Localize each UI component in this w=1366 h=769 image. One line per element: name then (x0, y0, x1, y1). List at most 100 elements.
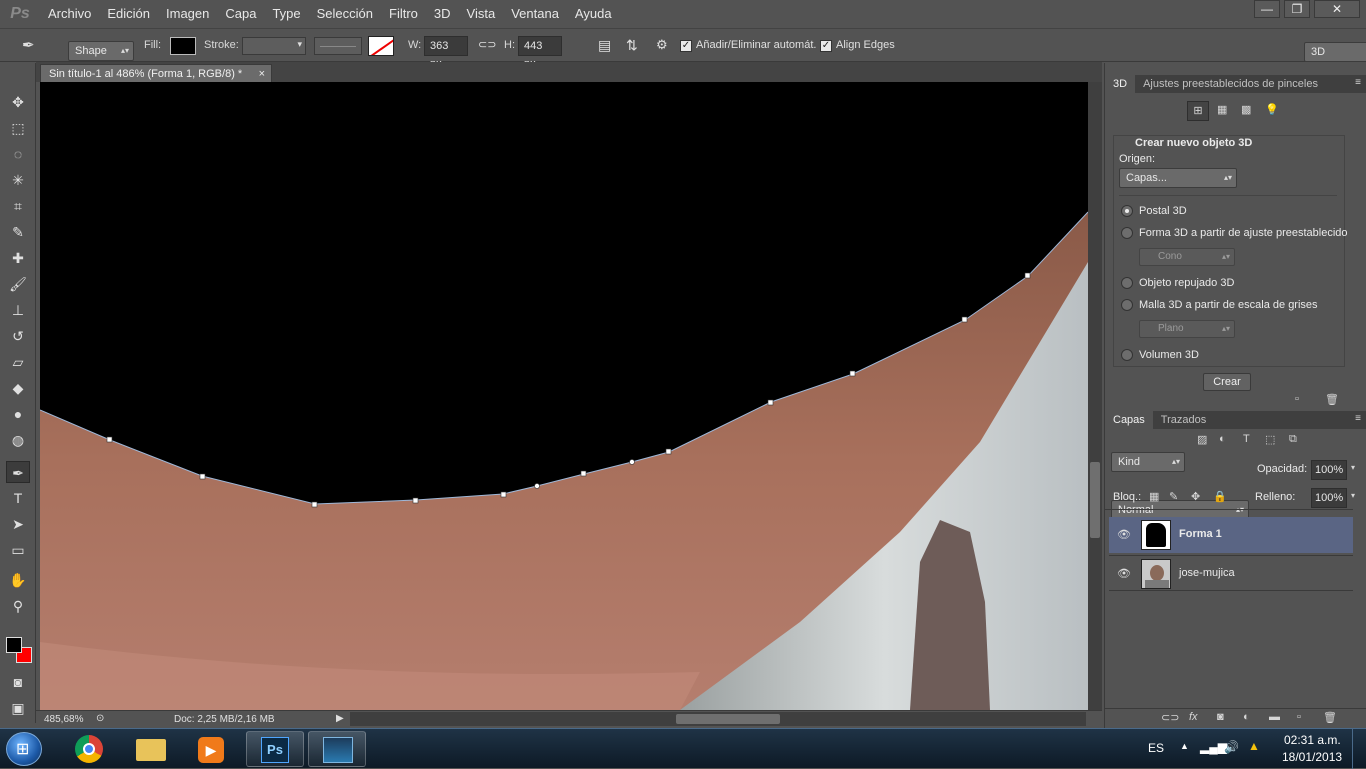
marquee-tool-icon[interactable]: ⬚ (6, 117, 30, 139)
fill-opacity-dropdown-icon[interactable]: ▾ (1351, 491, 1355, 500)
screen-mode-icon[interactable]: ▣ (6, 697, 30, 719)
tab-3d[interactable]: 3D (1105, 75, 1136, 93)
align-edges-checkbox[interactable]: ✓ Align Edges (820, 39, 895, 52)
menu-type[interactable]: Type (264, 0, 308, 28)
canvas[interactable] (40, 82, 1088, 710)
fill-opacity-field[interactable]: 100% (1311, 488, 1347, 508)
status-arrow-icon[interactable]: ▶ (336, 713, 344, 724)
start-button[interactable]: ⊞ (6, 732, 42, 766)
healing-brush-tool-icon[interactable]: ✚ (6, 247, 30, 269)
zoom-tool-icon[interactable]: ⚲ (6, 595, 30, 617)
mesh-filter-icon[interactable]: ▦ (1217, 103, 1227, 116)
google-drive-icon[interactable]: ▲ (1248, 739, 1260, 753)
delete-layer-icon[interactable]: 🗑 (1323, 711, 1337, 724)
auto-add-delete-checkbox[interactable]: ✓ Añadir/Eliminar automát. (680, 39, 816, 52)
link-icon[interactable]: ⊂⊃ (478, 38, 496, 51)
lock-transparency-icon[interactable]: ▦ (1149, 490, 1159, 503)
width-field[interactable]: 363 px (424, 36, 468, 70)
foreground-color-swatch[interactable] (6, 637, 22, 653)
taskbar-media-player[interactable]: ▶ (182, 731, 240, 767)
adjustment-layer-icon[interactable]: ◐ (1243, 711, 1250, 723)
opacity-dropdown-icon[interactable]: ▾ (1351, 463, 1355, 472)
radio-extrusion[interactable] (1121, 277, 1133, 289)
type-tool-icon[interactable]: T (6, 487, 30, 509)
new-group-icon[interactable]: ▬ (1269, 711, 1280, 723)
clock-time[interactable]: 02:31 a.m. (1284, 733, 1341, 747)
zoom-level[interactable]: 485,68% (44, 714, 83, 725)
volume-icon[interactable]: 🔊 (1224, 740, 1239, 754)
create-button[interactable]: Crear (1203, 373, 1251, 391)
eye-icon[interactable]: 👁 (1117, 567, 1131, 580)
filter-smart-object-icon[interactable]: ⧉ (1289, 433, 1297, 446)
taskbar-photoshop[interactable]: Ps (246, 731, 304, 767)
light-filter-icon[interactable]: 💡 (1265, 103, 1279, 116)
layer-name[interactable]: Forma 1 (1179, 528, 1222, 540)
new-item-icon[interactable]: ▫ (1295, 393, 1299, 405)
scene-filter-icon[interactable]: ⊞ (1187, 101, 1209, 121)
path-arrangement-icon[interactable]: ⇅ (626, 37, 638, 54)
stroke-swatch[interactable]: ▾ (242, 37, 306, 55)
dodge-tool-icon[interactable]: ◍ (6, 429, 30, 451)
tab-brush-presets[interactable]: Ajustes preestablecidos de pinceles (1135, 75, 1326, 93)
eye-icon[interactable]: 👁 (1117, 528, 1131, 541)
lock-position-icon[interactable]: ✥ (1191, 490, 1200, 503)
filter-pixel-icon[interactable]: ▨ (1197, 433, 1207, 446)
pen-tool-preset-icon[interactable]: ✒ (22, 36, 35, 54)
radio-grayscale-mesh[interactable] (1121, 299, 1133, 311)
menu-vista[interactable]: Vista (459, 0, 504, 28)
layer-name[interactable]: jose-mujica (1179, 567, 1235, 579)
menu-ayuda[interactable]: Ayuda (567, 0, 620, 28)
path-operations-icon[interactable]: ▤ (598, 37, 611, 54)
show-hidden-icons-icon[interactable]: ▲ (1180, 741, 1189, 751)
network-icon[interactable]: ▂▄▆ (1200, 740, 1227, 754)
restore-button[interactable]: ❐ (1284, 0, 1310, 18)
tab-layers[interactable]: Capas (1105, 411, 1153, 429)
fill-swatch[interactable] (170, 37, 196, 55)
link-layers-icon[interactable]: ⊂⊃ (1161, 711, 1179, 724)
menu-capa[interactable]: Capa (217, 0, 264, 28)
taskbar-explorer[interactable] (122, 731, 180, 767)
quick-mask-icon[interactable]: ◙ (6, 671, 30, 693)
taskbar-app[interactable] (308, 731, 366, 767)
clock-date[interactable]: 18/01/2013 (1282, 750, 1342, 764)
layer-filter-select[interactable]: Kind ▴▾ (1111, 452, 1185, 472)
menu-seleccion[interactable]: Selección (309, 0, 381, 28)
close-button[interactable]: ✕ (1314, 0, 1360, 18)
radio-volume[interactable] (1121, 349, 1133, 361)
workspace-select[interactable]: 3D▴▾ (1304, 42, 1366, 62)
layer-row-jose-mujica[interactable]: 👁 jose-mujica (1109, 555, 1353, 591)
radio-preset-shape[interactable] (1121, 227, 1133, 239)
menu-archivo[interactable]: Archivo (40, 0, 99, 28)
magic-wand-tool-icon[interactable]: ✳ (6, 169, 30, 191)
move-tool-icon[interactable]: ✥ (6, 91, 30, 113)
brush-tool-icon[interactable]: 🖌 (6, 273, 30, 295)
path-selection-tool-icon[interactable]: ➤ (6, 513, 30, 535)
lasso-tool-icon[interactable]: ◌ (6, 143, 30, 165)
language-indicator[interactable]: ES (1148, 741, 1164, 755)
menu-ventana[interactable]: Ventana (503, 0, 567, 28)
add-mask-icon[interactable]: ◙ (1217, 711, 1224, 723)
origin-select[interactable]: Capas... ▴▾ (1119, 168, 1237, 188)
show-desktop-button[interactable] (1352, 729, 1366, 769)
filter-type-icon[interactable]: T (1243, 433, 1250, 445)
document-tab[interactable]: Sin título-1 al 486% (Forma 1, RGB/8) * … (40, 64, 272, 82)
paint-bucket-tool-icon[interactable]: ◆ (6, 377, 30, 399)
trash-icon[interactable]: 🗑 (1325, 393, 1339, 406)
filter-adjustment-icon[interactable]: ◐ (1219, 433, 1226, 445)
horizontal-scroll-thumb[interactable] (676, 714, 780, 724)
horizontal-scrollbar[interactable] (350, 712, 1086, 726)
taskbar-chrome[interactable] (60, 731, 118, 767)
blur-tool-icon[interactable]: ● (6, 403, 30, 425)
gear-icon[interactable]: ⚙ (656, 37, 668, 53)
fx-icon[interactable]: fx (1189, 711, 1198, 723)
new-layer-icon[interactable]: ▫ (1297, 711, 1301, 723)
lock-all-icon[interactable]: 🔒 (1213, 490, 1227, 503)
pen-tool-icon[interactable]: ✒ (6, 461, 30, 483)
clone-stamp-tool-icon[interactable]: ⊥ (6, 299, 30, 321)
menu-edicion[interactable]: Edición (99, 0, 158, 28)
menu-imagen[interactable]: Imagen (158, 0, 217, 28)
crop-tool-icon[interactable]: ⌗ (6, 195, 30, 217)
rectangle-tool-icon[interactable]: ▭ (6, 539, 30, 561)
history-brush-tool-icon[interactable]: ↺ (6, 325, 30, 347)
opacity-field[interactable]: 100% (1311, 460, 1347, 480)
